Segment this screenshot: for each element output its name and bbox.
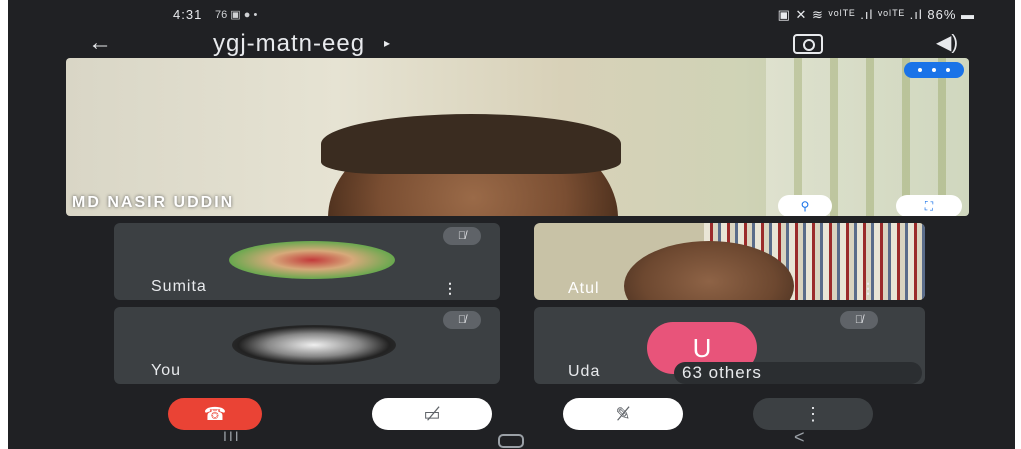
back-arrow-icon[interactable]: ← bbox=[88, 28, 112, 58]
mic-off-button[interactable]: ✎̸ bbox=[563, 398, 683, 430]
home-icon[interactable] bbox=[498, 434, 524, 448]
status-right-icons: ▣ ✕ ≋ ᵛᵒˡᵀᴱ .ıl ᵛᵒˡᵀᴱ .ıl 86% ▬ bbox=[777, 7, 975, 22]
switch-camera-icon[interactable] bbox=[793, 34, 823, 54]
speaker-icon[interactable]: ◀) bbox=[936, 28, 958, 58]
mic-off-icon: 🎙̸ bbox=[443, 311, 481, 329]
meet-screen: 4:31 76 ▣ ● • ▣ ✕ ≋ ᵛᵒˡᵀᴱ .ıl ᵛᵒˡᵀᴱ .ıl … bbox=[8, 0, 1015, 449]
speaker-hair bbox=[321, 114, 621, 174]
notification-icons: 76 ▣ ● • bbox=[215, 9, 258, 21]
participant-name: Uda bbox=[568, 363, 601, 380]
expand-button[interactable]: ⛶ bbox=[896, 195, 962, 216]
end-call-button[interactable]: ☎ bbox=[168, 398, 262, 430]
recents-icon[interactable]: III bbox=[223, 428, 241, 444]
background-window bbox=[766, 58, 969, 216]
avatar bbox=[232, 325, 396, 365]
participant-tile-sumita[interactable]: 🎙̸ Sumita ⋮ bbox=[114, 223, 500, 300]
meeting-header: ← ygj-matn-eeg ▸ ◀) bbox=[8, 28, 1015, 58]
participant-tile-atul[interactable]: Atul ⋮ bbox=[534, 223, 925, 300]
participant-tile-uday[interactable]: U 🎙̸ Uda 63 others bbox=[534, 307, 925, 384]
avatar bbox=[229, 241, 395, 279]
status-bar: 4:31 76 ▣ ● • ▣ ✕ ≋ ᵛᵒˡᵀᴱ .ıl ᵛᵒˡᵀᴱ .ıl … bbox=[8, 0, 1015, 28]
status-time: 4:31 bbox=[173, 7, 203, 22]
main-speaker-tile[interactable]: MD NASIR UDDIN ⚲ ⛶ bbox=[66, 58, 969, 216]
back-icon[interactable]: < bbox=[794, 427, 805, 448]
participant-tile-you[interactable]: 🎙̸ You bbox=[114, 307, 500, 384]
others-count[interactable]: 63 others bbox=[674, 362, 922, 384]
more-options-icon[interactable]: ⋮ bbox=[443, 280, 457, 297]
speaking-indicator-icon bbox=[904, 62, 964, 78]
participant-name: Atul bbox=[568, 280, 600, 297]
mic-off-icon: 🎙̸ bbox=[443, 227, 481, 245]
caret-right-icon[interactable]: ▸ bbox=[384, 36, 390, 50]
more-options-icon[interactable]: ⋮ bbox=[861, 280, 875, 297]
more-options-button[interactable]: ⋮ bbox=[753, 398, 873, 430]
camera-off-button[interactable]: ▭̸ bbox=[372, 398, 492, 430]
participant-name: You bbox=[151, 362, 181, 379]
mic-off-icon: 🎙̸ bbox=[840, 311, 878, 329]
pin-button[interactable]: ⚲ bbox=[778, 195, 832, 216]
participant-name: Sumita bbox=[151, 278, 207, 295]
system-nav-bar: III < bbox=[8, 427, 1015, 449]
main-speaker-name: MD NASIR UDDIN bbox=[72, 194, 235, 211]
meeting-code[interactable]: ygj-matn-eeg bbox=[213, 30, 365, 58]
